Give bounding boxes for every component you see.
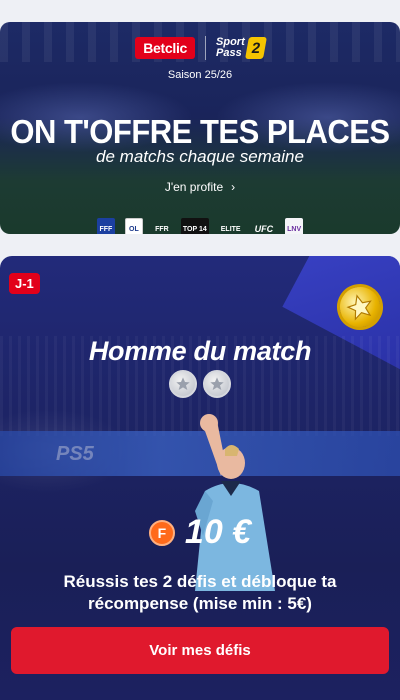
elite-logo: ELITE xyxy=(220,225,241,233)
lnv-logo: LNV xyxy=(285,218,304,234)
voir-mes-defis-button[interactable]: Voir mes défis xyxy=(11,627,389,674)
challenge-card[interactable]: PS5 J-1 Homme du match F 10 € Réussis te… xyxy=(0,256,400,700)
challenge-star-2 xyxy=(203,370,231,398)
chevron-right-icon: › xyxy=(231,180,236,194)
star-icon xyxy=(210,377,224,390)
top14-logo: TOP 14 xyxy=(180,218,209,234)
challenge-progress xyxy=(0,370,400,398)
jen-profite-link[interactable]: J'en profite › xyxy=(0,180,400,194)
ol-logo: OL xyxy=(124,218,143,234)
betclic-logo: Betclic xyxy=(135,37,196,59)
day-badge: J-1 xyxy=(9,273,40,294)
star-icon xyxy=(176,377,190,390)
player-image xyxy=(195,414,275,591)
sportpass-logo: Sport Pass 2 xyxy=(216,37,267,59)
sportpass-banner[interactable]: Betclic Sport Pass 2 Saison 25/26 ON T'O… xyxy=(0,22,400,234)
sportpass-line2: Pass xyxy=(216,47,242,59)
banner-title: ON T'OFFRE TES PLACES xyxy=(10,112,390,151)
challenge-description: Réussis tes 2 défis et débloque ta récom… xyxy=(63,572,337,613)
banner-logos: Betclic Sport Pass 2 xyxy=(0,36,400,60)
banner-subtitle: de matchs chaque semaine xyxy=(96,147,304,166)
season-label: Saison 25/26 xyxy=(167,69,233,81)
star-icon xyxy=(346,294,372,321)
reward: F 10 € xyxy=(0,513,400,552)
partner-logos: FFF OL FFR TOP 14 ELITE UFC LNV xyxy=(0,218,400,234)
jen-profite-label: J'en profite xyxy=(164,180,224,194)
logo-divider xyxy=(205,36,207,60)
challenge-title: Homme du match xyxy=(88,336,312,366)
sportpass-badge: 2 xyxy=(244,37,267,59)
ufc-logo: UFC xyxy=(254,223,274,234)
ps5-ad: PS5 xyxy=(56,443,94,465)
freebet-coin-icon: F xyxy=(148,519,175,546)
fff-logo: FFF xyxy=(96,218,115,234)
ffr-logo: FFR xyxy=(155,225,169,233)
challenge-star-1 xyxy=(169,370,197,398)
reward-amount: 10 € xyxy=(184,513,252,551)
